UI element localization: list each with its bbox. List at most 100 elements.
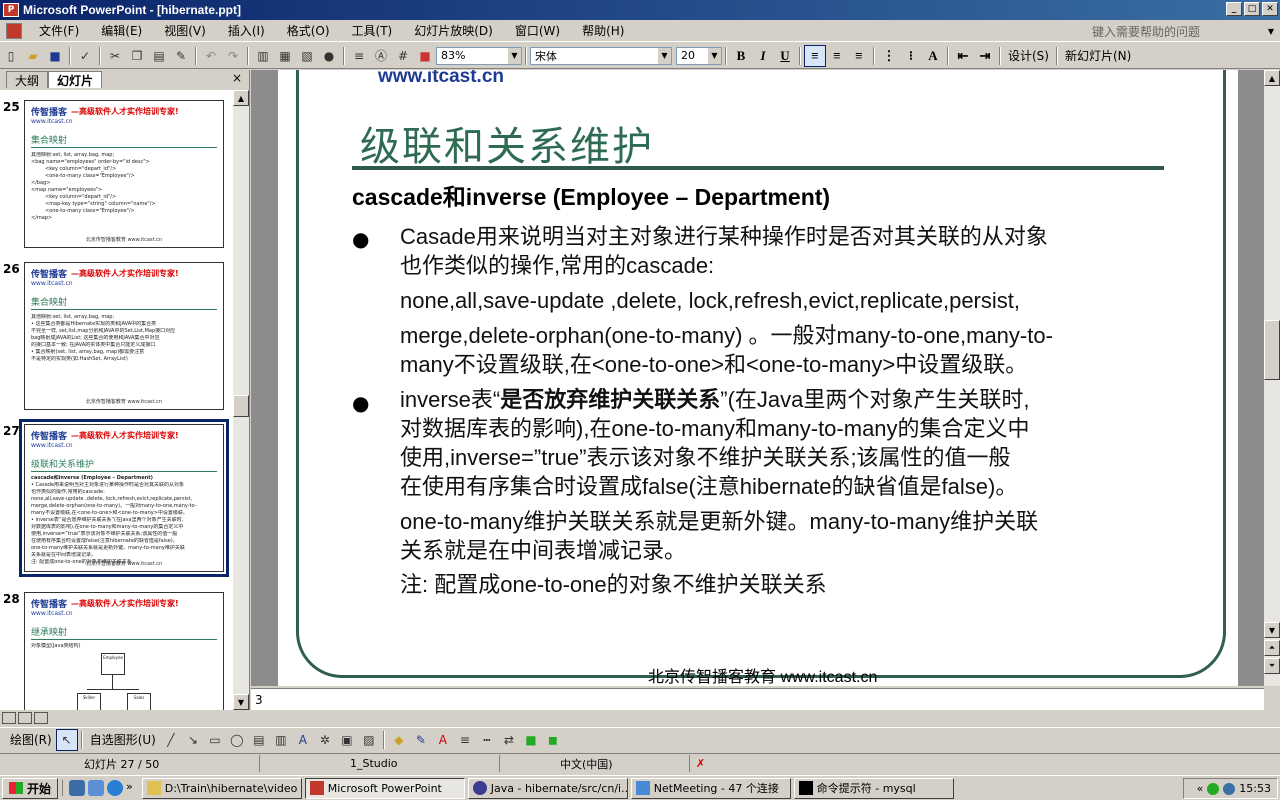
scroll-thumb[interactable]: [233, 395, 249, 417]
menu-tools[interactable]: 工具(T): [341, 22, 404, 39]
arrow-style-icon[interactable]: ⇄: [498, 729, 520, 751]
insert-clipart-icon[interactable]: ●: [318, 45, 340, 67]
slide-scrollbar[interactable]: ▲ ▼ ⏶ ⏷: [1264, 70, 1280, 686]
slide-subtitle[interactable]: cascade和inverse (Employee – Department): [352, 178, 830, 212]
paragraph-line[interactable]: Casade用来说明当对主对象进行某种操作时是否对其关联的从对象: [400, 222, 1048, 251]
normal-view-icon[interactable]: [2, 712, 16, 724]
italic-button[interactable]: I: [752, 45, 774, 67]
new-slide-button[interactable]: 新幻灯片(N): [1061, 47, 1135, 64]
line-style-icon[interactable]: ≡: [454, 729, 476, 751]
insert-table-icon[interactable]: ▦: [274, 45, 296, 67]
scroll-down-icon[interactable]: ▼: [233, 694, 249, 710]
rectangle-icon[interactable]: ▭: [204, 729, 226, 751]
bullets-icon[interactable]: ⁝: [900, 45, 922, 67]
menu-format[interactable]: 格式(O): [276, 22, 341, 39]
clipart-icon[interactable]: ▣: [336, 729, 358, 751]
insert-chart-icon[interactable]: ▥: [252, 45, 274, 67]
3d-icon[interactable]: ◼: [542, 729, 564, 751]
thumbnail-list[interactable]: 25 传智播客 —高级软件人才实作培训专家! www.itcast.cn 集合映…: [0, 90, 233, 710]
slide-thumbnail[interactable]: 传智播客 —高级软件人才实作培训专家! www.itcast.cn 集合映射 其…: [24, 262, 224, 410]
insert-image-icon[interactable]: ▧: [296, 45, 318, 67]
task-explorer[interactable]: D:\Train\hibernate\video: [141, 777, 302, 799]
open-folder-icon[interactable]: ▰: [22, 45, 44, 67]
close-button[interactable]: ✕: [1262, 2, 1278, 16]
align-left-button[interactable]: ≡: [804, 44, 826, 67]
textbox-icon[interactable]: ▤: [248, 729, 270, 751]
design-button[interactable]: 设计(S): [1004, 47, 1053, 64]
cut-icon[interactable]: ✂: [104, 45, 126, 67]
line-icon[interactable]: ╱: [160, 729, 182, 751]
new-file-icon[interactable]: ▯: [0, 45, 22, 67]
next-slide-icon[interactable]: ⏷: [1264, 658, 1280, 674]
menu-edit[interactable]: 编辑(E): [90, 22, 153, 39]
tab-slides[interactable]: 幻灯片: [48, 71, 103, 88]
powerpoint-icon[interactable]: P: [3, 3, 19, 17]
menu-help[interactable]: 帮助(H): [571, 22, 635, 39]
maximize-button[interactable]: □: [1244, 2, 1260, 16]
menu-window[interactable]: 窗口(W): [504, 22, 571, 39]
scroll-up-icon[interactable]: ▲: [233, 90, 249, 106]
redo-icon[interactable]: ↷: [222, 45, 244, 67]
undo-icon[interactable]: ↶: [200, 45, 222, 67]
paragraph-line[interactable]: many不设置级联,在<one-to-one>和<one-to-many>中设置…: [400, 350, 1027, 379]
slide-canvas[interactable]: www.itcast.cn 级联和关系维护 cascade和inverse (E…: [278, 70, 1238, 686]
browser-icon[interactable]: [107, 780, 124, 796]
slide-sorter-icon[interactable]: [18, 712, 32, 724]
menu-file[interactable]: 文件(F): [28, 22, 90, 39]
zoom-combo[interactable]: 83% ▼: [436, 46, 522, 65]
shadow-icon[interactable]: ■: [520, 729, 542, 751]
decrease-indent-icon[interactable]: ⇤: [952, 45, 974, 67]
tab-outline[interactable]: 大纲: [6, 71, 49, 88]
previous-slide-icon[interactable]: ⏶: [1264, 640, 1280, 656]
slideshow-icon[interactable]: [34, 712, 48, 724]
save-icon[interactable]: ■: [44, 45, 66, 67]
notes-text[interactable]: 3: [255, 693, 263, 707]
grid-icon[interactable]: #: [392, 45, 414, 67]
network-icon[interactable]: [1207, 782, 1220, 795]
paragraph-line[interactable]: none,all,save-update ,delete, lock,refre…: [400, 286, 1020, 315]
font-size-combo[interactable]: 20 ▼: [676, 46, 722, 65]
wordart-icon[interactable]: A: [292, 729, 314, 751]
more-icon[interactable]: »: [126, 780, 133, 796]
font-name-combo[interactable]: 宋体 ▼: [530, 46, 672, 65]
dash-style-icon[interactable]: ┅: [476, 729, 498, 751]
task-eclipse[interactable]: Java - hibernate/src/cn/i...: [467, 777, 628, 799]
help-dropdown-icon[interactable]: ▼: [1268, 27, 1274, 36]
chevron-down-icon[interactable]: ▼: [708, 47, 721, 64]
fill-color-icon[interactable]: ◆: [388, 729, 410, 751]
desktop-icon[interactable]: [69, 780, 86, 796]
paragraph-line[interactable]: 也作类似的操作,常用的cascade:: [400, 251, 714, 280]
slide-thumbnail[interactable]: 传智播客 —高级软件人才实作培训专家! www.itcast.cn 级联和关系维…: [19, 419, 229, 577]
slide-editor[interactable]: www.itcast.cn 级联和关系维护 cascade和inverse (E…: [251, 70, 1264, 686]
numbering-icon[interactable]: ⋮: [878, 45, 900, 67]
volume-icon[interactable]: [1223, 782, 1236, 795]
show-formatting-icon[interactable]: Ⓐ: [370, 45, 392, 67]
slide-thumbnail[interactable]: 传智播客 —高级软件人才实作培训专家! www.itcast.cn 继承映射 对…: [24, 592, 224, 710]
picture-icon[interactable]: ▨: [358, 729, 380, 751]
expand-all-icon[interactable]: ≡: [348, 45, 370, 67]
line-color-icon[interactable]: ✎: [410, 729, 432, 751]
paragraph-line[interactable]: merge,delete-orphan(one-to-many) 。一般对man…: [400, 321, 1053, 350]
autoshapes-button[interactable]: 自选图形(U): [86, 731, 160, 748]
copy-icon[interactable]: ❐: [126, 45, 148, 67]
oval-icon[interactable]: ◯: [226, 729, 248, 751]
task-command-prompt[interactable]: 命令提示符 - mysql: [793, 777, 954, 799]
diagram-icon[interactable]: ✲: [314, 729, 336, 751]
align-right-button[interactable]: ≡: [848, 45, 870, 67]
task-powerpoint[interactable]: Microsoft PowerPoint: [304, 777, 465, 799]
messenger-icon[interactable]: [88, 780, 105, 796]
draw-menu-button[interactable]: 绘图(R): [6, 731, 56, 748]
thumbnail-scrollbar[interactable]: ▲ ▼: [233, 90, 249, 710]
minimize-button[interactable]: _: [1226, 2, 1242, 16]
task-netmeeting[interactable]: NetMeeting - 47 个连接: [630, 777, 791, 799]
underline-button[interactable]: U: [774, 45, 796, 67]
increase-font-icon[interactable]: A: [922, 45, 944, 67]
menu-view[interactable]: 视图(V): [153, 22, 217, 39]
spellcheck-icon[interactable]: ✓: [74, 45, 96, 67]
increase-indent-icon[interactable]: ⇥: [974, 45, 996, 67]
chevron-down-icon[interactable]: ▼: [658, 47, 671, 64]
paragraph-line[interactable]: 对数据库表的影响),在one-to-many和many-to-many的集合定义…: [400, 414, 1030, 443]
paragraph-line[interactable]: one-to-many维护关联关系就是更新外键。many-to-many维护关联: [400, 507, 1038, 536]
tray-expand-icon[interactable]: «: [1197, 782, 1204, 795]
paste-icon[interactable]: ▤: [148, 45, 170, 67]
